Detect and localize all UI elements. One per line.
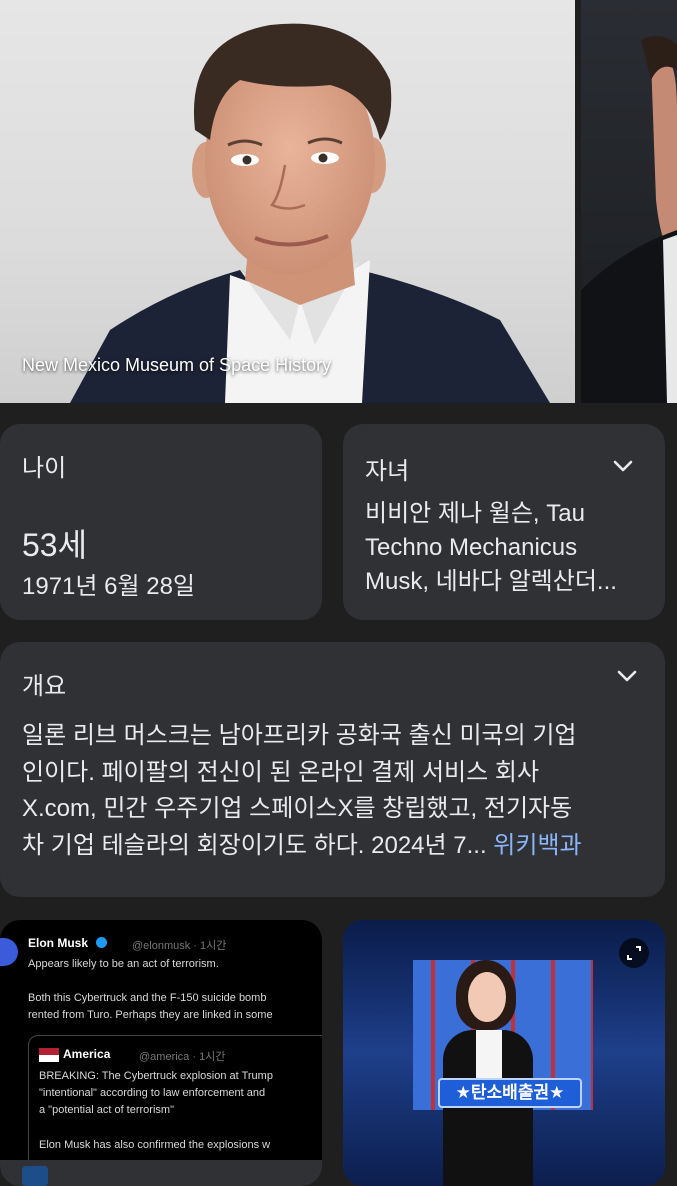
news-video-thumbnail[interactable]: ★탄소배출권★	[343, 920, 665, 1186]
birth-date: 1971년 6월 28일	[22, 573, 196, 600]
quoted-text: "intentional" according to law enforceme…	[39, 1087, 266, 1099]
image-source-caption[interactable]: New Mexico Museum of Space History	[22, 355, 331, 376]
video-banner: ★탄소배출권★	[438, 1078, 582, 1108]
chevron-down-icon[interactable]	[609, 452, 637, 480]
children-line: 비비안 제나 윌슨, Tau	[365, 500, 585, 527]
next-image[interactable]	[581, 0, 677, 403]
overview-line: 차 기업 테슬라의 회장이기도 하다. 2024년 7...	[22, 831, 487, 859]
presenter-face	[468, 972, 506, 1022]
quoted-text: BREAKING: The Cybertruck explosion at Tr…	[39, 1070, 273, 1082]
overview-description: 일론 리브 머스크는 남아프리카 공화국 출신 미국의 기업 인이다. 페이팔의…	[22, 718, 647, 864]
overview-last-line: 차 기업 테슬라의 회장이기도 하다. 2024년 7... 위키백과	[22, 828, 647, 865]
next-image-illustration	[581, 36, 677, 403]
expand-button[interactable]	[619, 938, 649, 968]
children-list: 비비안 제나 윌슨, Tau Techno Mechanicus Musk, 네…	[365, 497, 650, 599]
avatar	[0, 938, 18, 966]
quoted-handle: @america · 1시간	[139, 1051, 226, 1063]
tweet-text: Both this Cybertruck and the F-150 suici…	[28, 992, 267, 1004]
chevron-down-icon[interactable]	[613, 662, 641, 690]
overview-line: 인이다. 페이팔의 전신이 된 온라인 결제 서비스 회사	[22, 758, 540, 786]
main-portrait-image[interactable]	[0, 0, 575, 403]
age-value: 53세	[22, 527, 88, 563]
overview-line: X.com, 민간 우주기업 스페이스X를 창립했고, 전기자동	[22, 795, 573, 822]
wikipedia-link[interactable]: 위키백과	[493, 832, 581, 859]
expand-icon	[627, 946, 641, 960]
overview-card-title: 개요	[22, 673, 67, 700]
verified-badge-icon	[96, 937, 107, 948]
source-favicon-icon	[22, 1166, 48, 1186]
tweet-text: rented from Turo. Perhaps they are linke…	[28, 1009, 273, 1021]
children-line: Musk, 네바다 알렉산더...	[365, 568, 617, 595]
age-card-title: 나이	[22, 455, 67, 482]
us-flag-icon	[39, 1048, 59, 1062]
tweet-video-thumbnail[interactable]: Elon Musk @elonmusk · 1시간 Appears likely…	[0, 920, 322, 1186]
overview-line: 일론 리브 머스크는 남아프리카 공화국 출신 미국의 기업	[22, 722, 577, 749]
image-carousel[interactable]: New Mexico Museum of Space History	[0, 0, 677, 403]
tweet-author: Elon Musk	[28, 936, 89, 950]
portrait-illustration	[70, 23, 550, 403]
thumbnail-footer	[0, 1160, 322, 1186]
quoted-text: Elon Musk has also confirmed the explosi…	[39, 1139, 271, 1151]
tweet-text: Appears likely to be an act of terrorism…	[28, 958, 219, 970]
children-card-title: 자녀	[365, 458, 410, 485]
quoted-text: a "potential act of terrorism"	[39, 1104, 174, 1116]
tweet-handle: @elonmusk · 1시간	[132, 940, 227, 952]
children-line: Techno Mechanicus	[365, 534, 578, 561]
quoted-author: America	[63, 1047, 111, 1061]
